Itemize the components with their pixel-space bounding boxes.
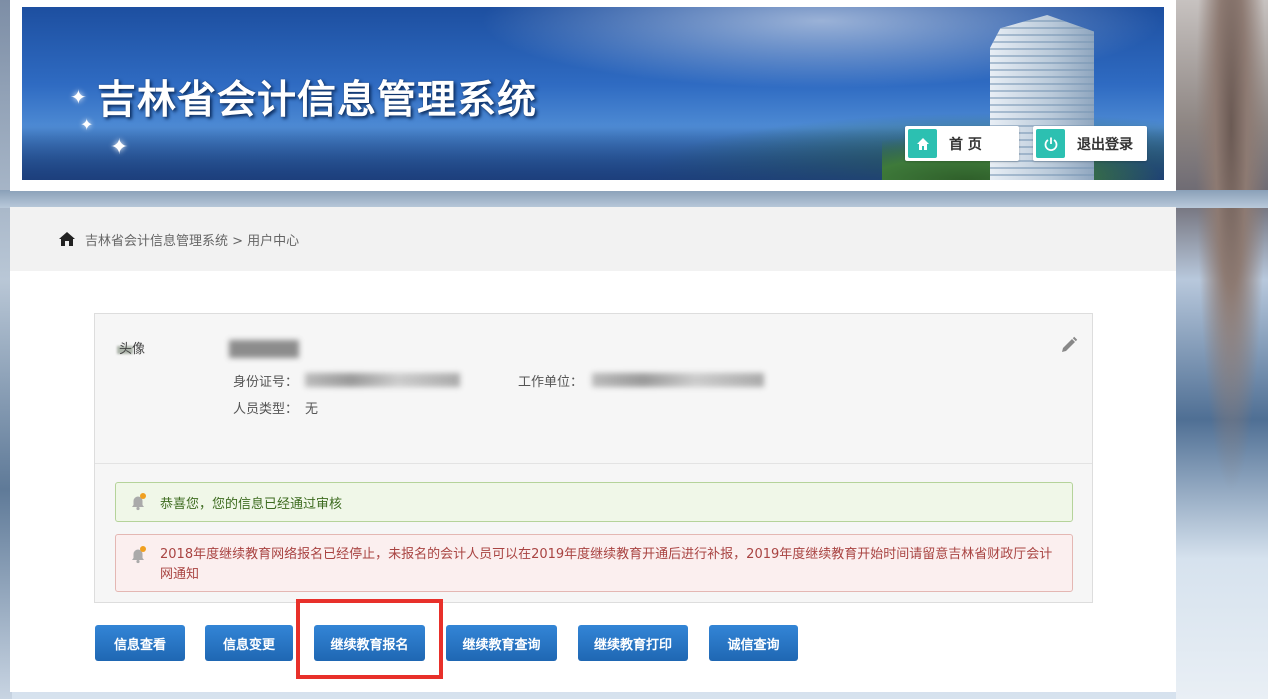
person-type-value: 无 — [305, 402, 319, 417]
avatar-label: 头像 — [119, 342, 146, 357]
work-unit-label: 工作单位： — [518, 375, 584, 390]
home-label: 首 页 — [949, 136, 982, 153]
sparkle-icon: ✦ — [70, 85, 87, 109]
profile-card: 头像 身份证号： 工作单位： 人员类型： 无 恭喜您，您的信息已经通过审核 20… — [94, 313, 1093, 603]
name-value-redacted — [229, 340, 299, 358]
power-icon — [1036, 129, 1065, 158]
sparkle-icon: ✦ — [80, 115, 94, 134]
site-title: 吉林省会计信息管理系统 — [97, 78, 538, 123]
sparkle-icon: ✦ — [110, 135, 129, 160]
id-label: 身份证号： — [233, 375, 299, 390]
home-icon[interactable] — [59, 232, 75, 246]
logout-button[interactable]: 退出登录 — [1033, 126, 1147, 161]
logout-label: 退出登录 — [1077, 136, 1133, 153]
breadcrumb: 吉林省会计信息管理系统 > 用户中心 — [10, 207, 1176, 271]
profile-info: 头像 身份证号： 工作单位： 人员类型： 无 — [95, 314, 1092, 464]
background-strip — [0, 190, 1268, 208]
bell-icon — [128, 545, 148, 565]
bell-icon — [128, 492, 148, 512]
person-type-label: 人员类型： — [233, 402, 299, 417]
warning-alert-text: 2018年度继续教育网络报名已经停止，未报名的会计人员可以在2019年度继续教育… — [160, 547, 1053, 582]
info-change-button[interactable]: 信息变更 — [205, 625, 293, 661]
info-view-button[interactable]: 信息查看 — [95, 625, 185, 661]
main-panel: 吉林省会计信息管理系统 > 用户中心 头像 身份证号： 工作单位： 人员类型： … — [10, 207, 1176, 692]
continuing-education-query-button[interactable]: 继续教育查询 — [446, 625, 557, 661]
continuing-education-register-button[interactable]: 继续教育报名 — [314, 625, 425, 661]
home-button[interactable]: 首 页 — [905, 126, 1019, 161]
success-alert-text: 恭喜您，您的信息已经通过审核 — [160, 496, 343, 512]
warning-alert: 2018年度继续教育网络报名已经停止，未报名的会计人员可以在2019年度继续教育… — [115, 534, 1073, 592]
continuing-education-print-button[interactable]: 继续教育打印 — [578, 625, 688, 661]
work-unit-value-redacted — [592, 373, 764, 387]
breadcrumb-text[interactable]: 吉林省会计信息管理系统 > 用户中心 — [85, 230, 299, 249]
success-alert: 恭喜您，您的信息已经通过审核 — [115, 482, 1073, 522]
credit-query-button[interactable]: 诚信查询 — [709, 625, 798, 661]
pencil-icon[interactable] — [1060, 336, 1078, 354]
home-icon — [908, 129, 937, 158]
background-right — [1176, 0, 1268, 699]
id-value-redacted — [305, 373, 460, 387]
